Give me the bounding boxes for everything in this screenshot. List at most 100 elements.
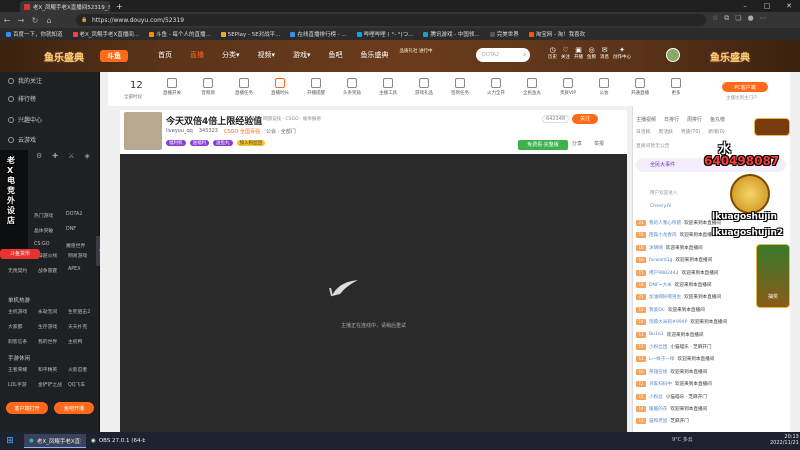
festival-logo-left[interactable]: 鱼乐盛典 [44, 49, 84, 64]
tab-rank-week[interactable]: 周活跃 [658, 128, 672, 135]
game-link[interactable]: 永劫无间 [38, 308, 68, 315]
game-link[interactable]: 生死狙击2 [68, 308, 98, 315]
tab-week[interactable]: 周排行 [687, 116, 702, 123]
tab-rank-noble[interactable]: 贵族(70) [681, 128, 700, 135]
category-item[interactable]: 直播任务 [232, 78, 256, 96]
food-button[interactable]: ◎ 鱼粮 [587, 46, 596, 60]
nav-video[interactable]: 视频▾ [258, 50, 276, 60]
game-link[interactable]: 火影忍者 [68, 366, 98, 373]
category-item[interactable]: 主播工具 [376, 78, 400, 96]
search-icon[interactable]: ⌕ [523, 52, 526, 58]
nav-yuba[interactable]: 鱼吧 [329, 50, 343, 60]
nav-live[interactable]: 直播 [190, 50, 204, 60]
bookmark-item[interactable]: 淘宝网 - 淘！我喜欢 [528, 30, 585, 38]
category-item[interactable]: 开通直播 [628, 78, 652, 96]
guild-notice[interactable]: 公会 · 全部门 [266, 128, 296, 135]
game-link[interactable]: 主机鸭 [68, 338, 98, 345]
share-button[interactable]: 分享 [572, 140, 582, 147]
chat-username[interactable]: 邻家扫码中 [649, 381, 672, 387]
collections-icon[interactable]: ❏ [735, 14, 741, 23]
game-link[interactable]: 无畏契约 [8, 267, 38, 274]
bookmark-item[interactable]: 腾讯游戏 - 中国领... [423, 30, 480, 38]
game-link[interactable]: 刺客信条 [8, 338, 38, 345]
history-button[interactable]: ◷ 历史 [548, 46, 557, 60]
profile-icon[interactable]: ● [748, 14, 754, 23]
game-link[interactable]: 我的世界 [38, 338, 68, 345]
douyu-logo[interactable]: 斗鱼 [100, 50, 128, 62]
game-link[interactable]: 主机游戏 [8, 308, 38, 315]
sword-icon[interactable]: ⚔ [68, 152, 74, 160]
join-fan-badge[interactable]: 加入粉丝团 [236, 140, 265, 146]
game-link[interactable]: APEX [68, 267, 98, 274]
fans-badge[interactable]: CSGO 全国百强 [224, 128, 260, 135]
chat-username[interactable]: forward1g [649, 258, 672, 263]
taskbar-obs[interactable]: ◉OBS 27.0.1 (64-bi... [86, 434, 150, 448]
chat-username[interactable]: 小粉丝 [649, 394, 663, 400]
extensions-icon[interactable]: ⧉ [724, 14, 729, 23]
category-item[interactable]: 音频源 [196, 78, 220, 96]
follow-button[interactable]: ♡ 关注 [561, 46, 570, 60]
game-icon[interactable]: ⚙ [36, 152, 42, 160]
game-link[interactable]: 晶体突破 [34, 227, 66, 234]
welcome-user[interactable]: Cheery.hl [650, 204, 671, 209]
tab-rank-new[interactable]: 新增(0) [708, 128, 724, 135]
promo-banner[interactable]: 品质礼社 进行中 [398, 48, 434, 54]
chat-username[interactable]: 英雄在线 [649, 369, 667, 375]
nav-game[interactable]: 游戏▾ [293, 50, 311, 60]
event-badge[interactable] [754, 118, 790, 136]
game-link[interactable]: 金铲铲之战 [38, 381, 68, 388]
sidebar-item-cloudgame[interactable]: 云游戏 [8, 135, 36, 144]
chat-username[interactable]: 暖暖的花 [649, 406, 667, 412]
sidebar-item-interest[interactable]: 兴趣中心 [8, 115, 42, 124]
new-tab-button[interactable]: + [112, 1, 126, 12]
chat-username[interactable]: 我的人我心所欲 [649, 220, 681, 226]
bookmark-item[interactable]: 老X_凤鲲手老X直播间... [72, 30, 139, 38]
chat-username[interactable]: 陌森小龙春风 [649, 232, 677, 238]
tab-rank-day[interactable]: 日活跃 [636, 128, 650, 135]
bookmark-item[interactable]: 斗鱼 - 每个人的直播... [149, 30, 211, 38]
sidebar-item-rank[interactable]: 排行榜 [8, 94, 36, 103]
tab-video[interactable]: 主播视频 [636, 116, 656, 123]
game-link[interactable]: 穿越火线 [38, 252, 68, 259]
creator-button[interactable]: ✦ 创作中心 [613, 46, 631, 60]
game-link[interactable]: 生存游戏 [38, 323, 68, 330]
chat-username[interactable]: 小粉丝团 [649, 344, 667, 350]
reload-icon[interactable]: ↻ [28, 13, 42, 27]
category-item[interactable]: 贵族VIP [556, 78, 580, 96]
game-link[interactable]: QQ飞车 [68, 381, 98, 388]
subscribe-button[interactable]: 免费看·完整版 [518, 140, 568, 150]
url-input[interactable]: 🔒 https://www.douyu.com/52319 [76, 14, 706, 26]
forward-icon[interactable]: → [14, 13, 28, 27]
festival-logo-right[interactable]: 鱼乐盛典 [710, 49, 750, 64]
game-link[interactable]: 天天扑克 [68, 323, 98, 330]
category-item[interactable]: 公会 [592, 78, 616, 96]
gamepad-icon[interactable]: ◈ [84, 152, 89, 160]
category-item[interactable]: 直播开关 [160, 78, 184, 96]
category-item[interactable]: 火力全开 [484, 78, 508, 96]
bookmark-item[interactable]: 完美世界 [489, 30, 519, 38]
search-input[interactable]: DOTA2 ⌕ [476, 48, 530, 62]
chat-username[interactable]: 猫和老鼠 [649, 418, 667, 424]
more-icon[interactable]: ⋯ [760, 14, 767, 23]
category-item[interactable]: 头条奖励 [340, 78, 364, 96]
game-link[interactable]: LOL手游 [8, 381, 38, 388]
gift-badge[interactable]: 送福利 [189, 140, 209, 146]
game-link[interactable]: 魔兽世界 [66, 242, 98, 249]
nav-festival[interactable]: 鱼乐盛典 [361, 50, 389, 60]
category-item[interactable]: 游戏礼品 [412, 78, 436, 96]
category-item[interactable]: 签到任务 [448, 78, 472, 96]
fishball-badge[interactable]: 送鱼丸 [213, 140, 233, 146]
tab-active[interactable]: 老X_凤鲲手老X直播间52319_斗鱼✕ [20, 1, 110, 12]
taskbar-browser[interactable]: ●老X_凤鲲手老X直播间... [24, 434, 86, 448]
open-client-button[interactable]: 客户端打开 [6, 402, 48, 414]
game-link[interactable]: 大家都 [8, 323, 38, 330]
bookmark-item[interactable]: 百度一下，你就知道 [6, 30, 63, 38]
game-link[interactable]: 战争雷霆 [38, 267, 68, 274]
star-icon[interactable]: ☆ [712, 14, 718, 23]
weather[interactable]: 9°C 多云 [672, 436, 693, 443]
tab-day[interactable]: 日排行 [664, 116, 679, 123]
nav-home[interactable]: 首页 [158, 50, 172, 60]
game-link[interactable]: 网易游戏 [68, 252, 98, 259]
chat-username[interactable]: 加油啊好啊男生 [649, 294, 681, 300]
chat-username[interactable]: Bu1a1 [649, 332, 664, 337]
